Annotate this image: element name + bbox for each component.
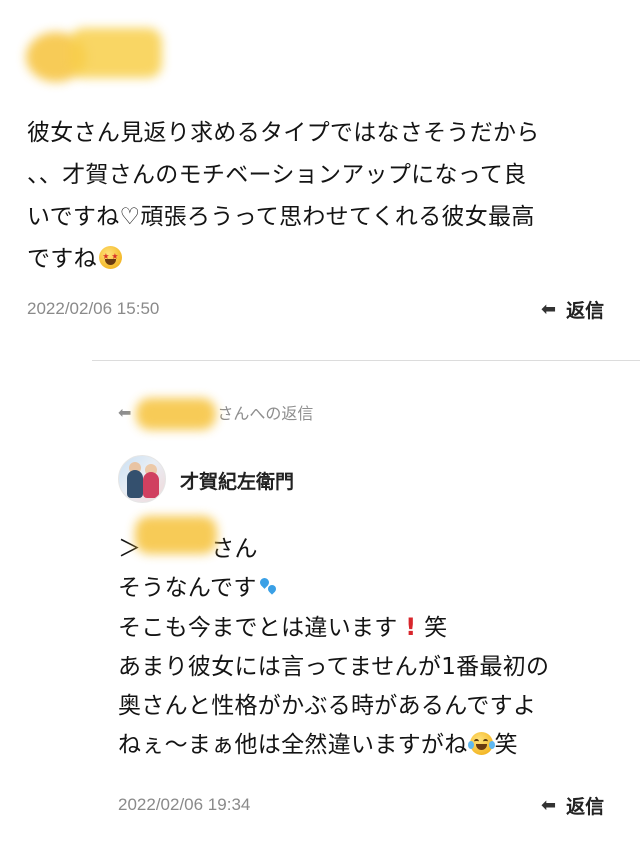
comment-timestamp: 2022/02/06 15:50 (27, 299, 160, 318)
star-struck-face-icon (98, 246, 122, 269)
comment-reply-button[interactable]: ⬅︎ 返信 (541, 296, 604, 323)
comment-line: 、、才賀さんのモチベーションアップになって良 (27, 162, 527, 188)
reply-button-label: 返信 (566, 300, 605, 322)
reply-arrow-icon: ⬅︎ (541, 299, 557, 320)
reply-line: ねぇ〜まぁ他は全然違いますがね笑 (118, 732, 518, 758)
divider (92, 360, 640, 361)
comment-body: 彼女さん見返り求めるタイプではなさそうだから 、、才賀さんのモチベーションアップ… (27, 112, 617, 280)
sweat-droplets-icon (257, 576, 279, 598)
reply-body: ＞ さん そうなんです そこも今までとは違います ! 笑 あまり彼女には言ってま… (118, 530, 618, 765)
reply-author-name[interactable]: 才賀紀左衛門 (180, 467, 294, 494)
tears-of-joy-icon (467, 732, 495, 755)
comment-line: 彼女さん見返り求めるタイプではなさそうだから (27, 120, 540, 146)
reply-arrow-icon: ⬅︎ (118, 402, 132, 422)
comment-line: ですね (27, 238, 617, 280)
redacted-mention-mask (135, 516, 217, 554)
red-exclamation-icon: ! (405, 613, 417, 641)
reply-arrow-icon: ⬅︎ (541, 795, 557, 816)
reply-timestamp: 2022/02/06 19:34 (118, 795, 251, 814)
reply-line: 奥さんと性格がかぶる時があるんですよ (118, 693, 537, 719)
reply-line: あまり彼女には言ってませんが1番最初の (118, 654, 550, 680)
reply-line: そこも今までとは違います ! 笑 (118, 613, 448, 641)
comment-line: いですね♡頑張ろうって思わせてくれる彼女最高 (27, 204, 535, 230)
redacted-reply-target-mask (136, 398, 216, 430)
reply-reply-button[interactable]: ⬅︎ 返信 (541, 792, 604, 819)
redacted-author-name (70, 28, 162, 78)
reply-button-label: 返信 (566, 796, 605, 818)
comment-header (20, 22, 170, 88)
reply-line: そうなんです (118, 569, 618, 608)
reply-to-label: さんへの返信 (217, 404, 314, 423)
avatar[interactable] (118, 455, 166, 503)
